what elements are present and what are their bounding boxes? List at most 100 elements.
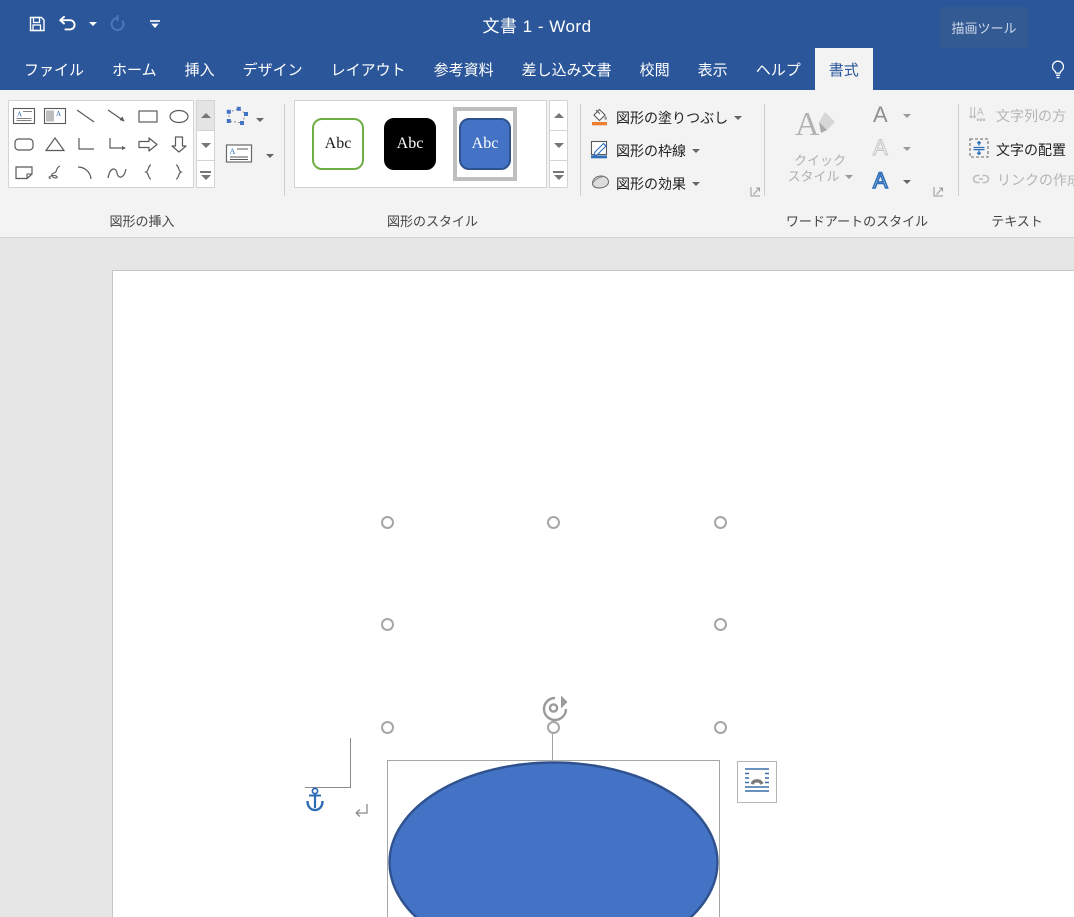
layout-options-icon <box>742 764 772 801</box>
arc-icon[interactable] <box>70 158 101 186</box>
tab-8[interactable]: 表示 <box>684 48 742 90</box>
tab-0[interactable]: ファイル <box>10 48 98 90</box>
folded-corner-icon[interactable] <box>8 158 39 186</box>
more-shapes-icon[interactable] <box>197 161 214 189</box>
link-icon <box>971 171 991 190</box>
vertical-text-box-icon[interactable]: A <box>39 102 70 130</box>
shape-fill-button[interactable]: 図形の塗りつぶし <box>590 106 743 129</box>
handle-bottom-right[interactable] <box>714 721 727 734</box>
curve-icon[interactable] <box>101 158 132 186</box>
shape-fill-label: 図形の塗りつぶし <box>616 109 729 126</box>
quick-styles-gallery[interactable]: A クイック スタイル <box>780 102 860 200</box>
right-brace-icon[interactable] <box>163 158 194 186</box>
tab-4[interactable]: レイアウト <box>317 48 420 90</box>
line-icon[interactable] <box>70 102 101 130</box>
scroll-down-icon[interactable] <box>550 131 567 161</box>
text-effects-caret-icon[interactable] <box>903 179 911 184</box>
tab-3[interactable]: デザイン <box>229 48 317 90</box>
rectangle-icon[interactable] <box>132 102 163 130</box>
quick-styles-label-line2: スタイル <box>787 169 840 184</box>
handle-top-center[interactable] <box>547 516 560 529</box>
svg-text:A: A <box>795 106 820 143</box>
handle-bottom-left[interactable] <box>381 721 394 734</box>
anchor-icon <box>304 787 326 813</box>
line-arrow-icon[interactable] <box>101 102 132 130</box>
scribble-icon[interactable] <box>39 158 70 186</box>
shape-effects-button[interactable]: 図形の効果 <box>590 172 700 195</box>
ribbon-tabs: ファイル ホーム 挿入 デザイン レイアウト 参考資料 差し込み文書 校閲 表示 ヘルプ 書式 <box>10 48 873 90</box>
shape-effects-caret-icon[interactable] <box>692 181 700 186</box>
handle-middle-left[interactable] <box>381 618 394 631</box>
group-label-wordart-styles: ワードアートのスタイル <box>785 213 929 229</box>
svg-text:A: A <box>977 107 984 118</box>
undo-dropdown-icon[interactable] <box>86 9 100 39</box>
svg-text:A: A <box>873 135 888 159</box>
text-effects-button[interactable]: A <box>871 167 911 195</box>
left-brace-icon[interactable] <box>132 158 163 186</box>
shape-styles-scrollbar[interactable] <box>549 100 568 188</box>
style-chip-label: Abc <box>384 118 436 170</box>
contextual-tab-title: 描画ツール <box>940 7 1028 48</box>
draw-text-box-caret-icon[interactable] <box>266 154 274 158</box>
handle-top-right[interactable] <box>714 516 727 529</box>
style-chip-label: Abc <box>459 118 511 170</box>
tab-2[interactable]: 挿入 <box>171 48 229 90</box>
elbow-arrow-connector-icon[interactable] <box>101 130 132 158</box>
align-text-button[interactable]: 文字の配置 <box>968 137 1066 162</box>
tab-6[interactable]: 差し込み文書 <box>508 48 626 90</box>
text-fill-a-icon: A <box>871 102 893 129</box>
dialog-launcher-icon[interactable] <box>750 184 761 197</box>
edit-shape-button[interactable] <box>225 106 264 133</box>
ribbon: A A A 図形の挿入 Abc Abc Abc 図形のスタイル 図形の塗りつぶし… <box>0 90 1074 333</box>
shape-outline-caret-icon[interactable] <box>692 148 700 153</box>
elbow-connector-icon[interactable] <box>70 130 101 158</box>
triangle-icon[interactable] <box>39 130 70 158</box>
text-box-icon[interactable]: A <box>8 102 39 130</box>
shape-styles-gallery[interactable]: Abc Abc Abc <box>294 100 547 188</box>
customize-qat-icon[interactable] <box>148 9 162 39</box>
group-insert-shapes: A A A 図形の挿入 <box>0 94 284 229</box>
handle-middle-right[interactable] <box>714 618 727 631</box>
tab-9[interactable]: ヘルプ <box>742 48 815 90</box>
undo-icon[interactable] <box>54 9 84 39</box>
insert-shapes-gallery[interactable]: A A <box>8 100 194 188</box>
oval-shape[interactable] <box>387 760 720 917</box>
scroll-up-icon[interactable] <box>197 101 214 131</box>
margin-corner-mark <box>350 738 351 788</box>
handle-top-left[interactable] <box>381 516 394 529</box>
svg-text:A: A <box>17 111 22 119</box>
svg-text:A: A <box>873 168 888 192</box>
group-wordart-styles: A クイック スタイル A A A ワードアートのスタイル <box>766 94 948 229</box>
scroll-up-icon[interactable] <box>550 101 567 131</box>
dialog-launcher-icon[interactable] <box>933 184 944 197</box>
tab-7[interactable]: 校閲 <box>626 48 684 90</box>
tab-1[interactable]: ホーム <box>98 48 171 90</box>
shape-fill-caret-icon[interactable] <box>734 115 743 120</box>
more-styles-icon[interactable] <box>550 161 567 189</box>
style-outline-green[interactable]: Abc <box>309 115 367 173</box>
quick-styles-caret-icon[interactable] <box>844 175 853 179</box>
style-fill-blue[interactable]: Abc <box>453 107 517 181</box>
handle-bottom-center[interactable] <box>547 721 560 734</box>
scroll-down-icon[interactable] <box>197 131 214 161</box>
edit-shape-caret-icon[interactable] <box>256 117 264 122</box>
down-arrow-icon[interactable] <box>163 130 194 158</box>
tab-10[interactable]: 書式 <box>814 48 873 90</box>
oval-icon[interactable] <box>163 102 194 130</box>
style-fill-black[interactable]: Abc <box>381 115 439 173</box>
draw-text-box-button[interactable]: A <box>225 143 274 169</box>
shape-outline-button[interactable]: 図形の枠線 <box>590 139 700 162</box>
layout-options-button[interactable] <box>737 761 777 803</box>
quick-styles-label-line1: クイック <box>793 153 846 168</box>
rounded-rectangle-icon[interactable] <box>8 130 39 158</box>
ribbon-tab-strip: ファイル ホーム 挿入 デザイン レイアウト 参考資料 差し込み文書 校閲 表示 ヘルプ 書式 <box>0 48 1074 90</box>
insert-shapes-scrollbar[interactable] <box>196 100 215 188</box>
lightbulb-icon[interactable] <box>1046 58 1070 82</box>
group-label-text: テキスト <box>991 213 1043 229</box>
tab-5[interactable]: 参考資料 <box>420 48 508 90</box>
text-outline-caret-icon <box>903 146 911 151</box>
group-separator <box>764 104 765 196</box>
save-icon[interactable] <box>22 9 52 39</box>
style-chip-label: Abc <box>312 118 364 170</box>
right-arrow-icon[interactable] <box>132 130 163 158</box>
